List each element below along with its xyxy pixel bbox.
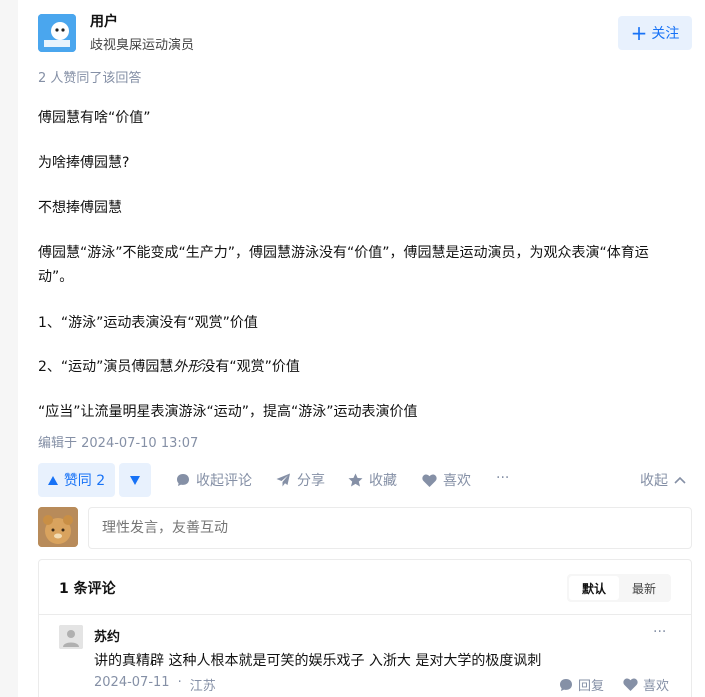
italic-text: 外形 bbox=[173, 359, 202, 375]
comments-panel: 1 条评论 默认 最新 苏约 ··· 讲的真精辟 这种人根本就是可笑的娱乐戏子 … bbox=[38, 559, 692, 697]
vote-up-label: 赞同 2 bbox=[63, 473, 106, 489]
share-button[interactable]: 分享 bbox=[276, 470, 325, 490]
collapse-button[interactable]: 收起 bbox=[640, 470, 686, 490]
sort-default-button[interactable]: 默认 bbox=[569, 576, 619, 600]
comment-like-label: 喜欢 bbox=[643, 679, 670, 694]
paragraph: 1、“游泳”运动表演没有“观赏”价值 bbox=[38, 315, 258, 331]
share-label: 分享 bbox=[297, 473, 325, 489]
reply-label: 回复 bbox=[578, 679, 605, 694]
meta-separator: · bbox=[177, 675, 182, 690]
star-icon bbox=[348, 473, 363, 487]
sort-latest-button[interactable]: 最新 bbox=[619, 576, 669, 600]
comment-reply-button[interactable]: 回复 bbox=[559, 675, 604, 694]
my-avatar bbox=[38, 507, 78, 547]
triangle-up-icon bbox=[47, 475, 58, 485]
heart-icon bbox=[623, 678, 638, 691]
paragraph-text: 没有“观赏”价值 bbox=[201, 359, 300, 375]
comment-like-button[interactable]: 喜欢 bbox=[623, 675, 669, 694]
divider bbox=[39, 614, 691, 615]
comment-meta: 2024-07-11 · 江苏 bbox=[94, 675, 216, 694]
plus-icon: + bbox=[630, 21, 648, 45]
comment-sort-toggle: 默认 最新 bbox=[567, 574, 671, 602]
paragraph: 傅园慧有啥“价值” bbox=[38, 110, 151, 126]
paragraph: “应当”让流量明星表演游泳“运动”，提高“游泳”运动表演价值 bbox=[38, 404, 418, 420]
author-name[interactable]: 用户 bbox=[90, 11, 118, 31]
more-icon: ··· bbox=[496, 470, 510, 486]
vote-up-button[interactable]: 赞同 2 bbox=[38, 463, 115, 497]
heart-icon bbox=[422, 474, 437, 487]
votes-note: 2 人赞同了该回答 bbox=[38, 71, 142, 86]
paragraph-text: 2、“运动”演员傅园慧 bbox=[38, 359, 174, 375]
comment-bubble-icon bbox=[560, 678, 572, 691]
comment-bubble-icon bbox=[177, 474, 189, 486]
paragraph: 为啥捧傅园慧? bbox=[38, 155, 130, 171]
comment-location: 江苏 bbox=[189, 679, 216, 694]
follow-button[interactable]: + 关注 bbox=[618, 16, 692, 50]
vote-down-button[interactable] bbox=[119, 463, 151, 497]
collapse-label: 收起 bbox=[640, 473, 668, 489]
author-bio: 歧视臭屎运动演员 bbox=[90, 38, 195, 53]
edited-time[interactable]: 编辑于 2024-07-10 13:07 bbox=[38, 432, 198, 451]
commenter-name[interactable]: 苏约 bbox=[94, 626, 120, 645]
comment-text: 讲的真精辟 这种人根本就是可笑的娱乐戏子 入浙大 是对大学的极度讽刺 bbox=[94, 653, 542, 669]
collapse-comments-button[interactable]: 收起评论 bbox=[176, 470, 252, 490]
like-button[interactable]: 喜欢 bbox=[422, 470, 471, 490]
paragraph: 2、“运动”演员傅园慧外形没有“观赏”价值 bbox=[38, 355, 300, 379]
collapse-comments-label: 收起评论 bbox=[196, 473, 252, 489]
commenter-avatar[interactable] bbox=[59, 625, 83, 649]
comment-input[interactable] bbox=[88, 507, 692, 549]
author-avatar[interactable] bbox=[38, 14, 76, 52]
chevron-up-icon bbox=[674, 476, 686, 484]
favorite-button[interactable]: 收藏 bbox=[348, 470, 397, 490]
follow-label: 关注 bbox=[651, 26, 680, 42]
comments-count: 1 条评论 bbox=[59, 581, 116, 597]
comment-date: 2024-07-11 bbox=[94, 675, 170, 690]
triangle-down-icon bbox=[130, 475, 140, 485]
more-button[interactable]: ··· bbox=[496, 470, 509, 486]
paragraph: 傅园慧“游泳”不能变成“生产力”，傅园慧游泳没有“价值”，傅园慧是运动演员，为观… bbox=[38, 245, 649, 285]
paper-plane-icon bbox=[276, 473, 290, 487]
comment-more-button[interactable]: ··· bbox=[653, 624, 666, 640]
favorite-label: 收藏 bbox=[369, 473, 397, 489]
paragraph: 不想捧傅园慧 bbox=[38, 200, 122, 216]
like-label: 喜欢 bbox=[443, 473, 471, 489]
